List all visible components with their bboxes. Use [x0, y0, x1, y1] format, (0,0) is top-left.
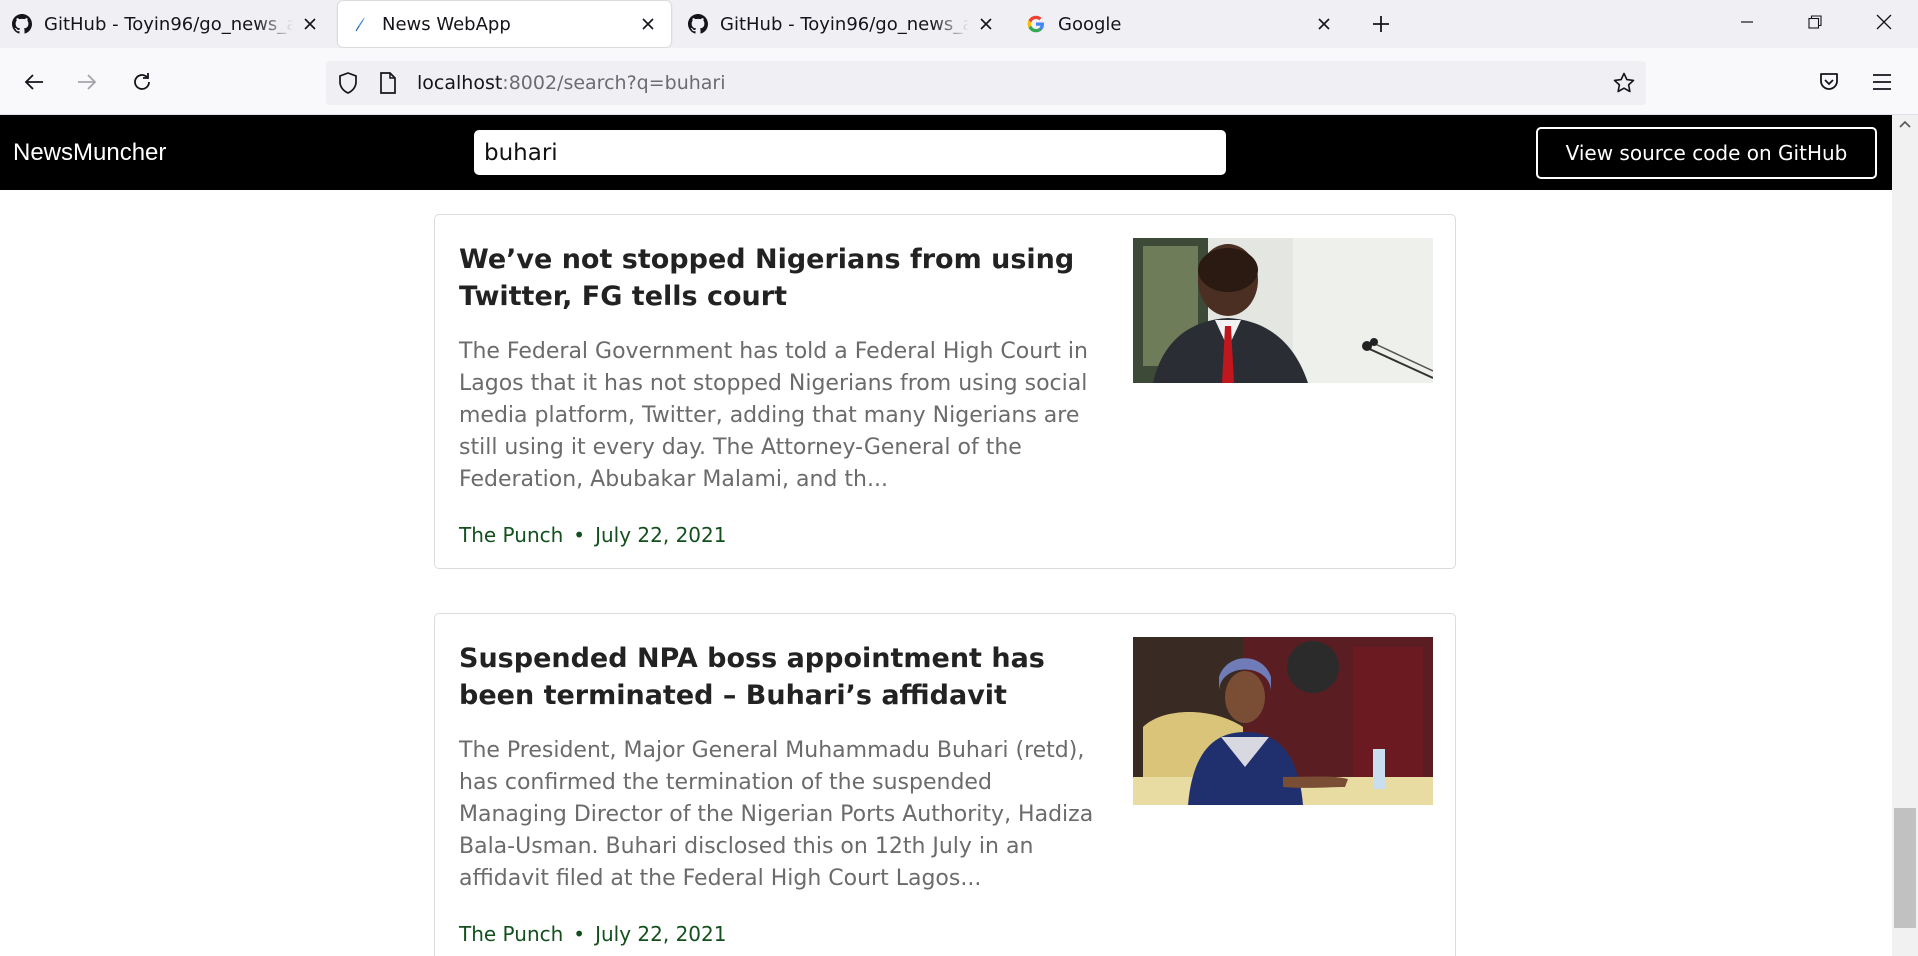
feather-icon	[350, 14, 370, 34]
url-host: localhost	[417, 72, 503, 94]
brand-logo-text[interactable]: NewsMuncher	[13, 139, 166, 167]
article-source: The Punch	[459, 922, 564, 946]
search-input[interactable]	[474, 130, 1226, 175]
close-icon	[1876, 14, 1892, 30]
forward-button[interactable]	[69, 64, 105, 100]
browser-toolbar: localhost:8002/search?q=buhari	[0, 48, 1918, 115]
arrow-right-icon	[78, 74, 97, 90]
reload-icon	[134, 73, 150, 90]
bookmark-star-icon[interactable]	[1612, 71, 1636, 99]
article-title[interactable]: Suspended NPA boss appointment has been …	[459, 640, 1099, 714]
google-icon	[1026, 14, 1046, 34]
url-text[interactable]: localhost:8002/search?q=buhari	[417, 71, 726, 95]
article-meta: The Punch • July 22, 2021	[459, 921, 726, 947]
arrow-left-icon	[24, 74, 43, 90]
article-card: Suspended NPA boss appointment has been …	[434, 613, 1456, 956]
article-date: July 22, 2021	[595, 523, 727, 547]
article-photo-official	[1133, 238, 1433, 383]
tab-google[interactable]: Google	[1014, 0, 1347, 48]
article-source: The Punch	[459, 523, 564, 547]
minimize-button[interactable]	[1713, 0, 1781, 44]
tab-title: GitHub - Toyin96/go_news_app:	[44, 13, 293, 35]
scrollbar-thumb[interactable]	[1894, 808, 1916, 928]
plus-icon	[1373, 16, 1389, 32]
tab-github-1[interactable]: GitHub - Toyin96/go_news_app:	[0, 0, 333, 48]
restore-button[interactable]	[1781, 0, 1849, 44]
page-scrollbar[interactable]	[1892, 115, 1918, 956]
pocket-icon	[1820, 73, 1838, 90]
article-description: The President, Major General Muhammadu B…	[459, 738, 1094, 891]
close-tab-icon[interactable]	[1313, 13, 1335, 35]
address-bar[interactable]: localhost:8002/search?q=buhari	[326, 61, 1646, 105]
separator-dot: •	[573, 523, 586, 547]
article-thumbnail[interactable]	[1133, 238, 1433, 383]
tab-title: GitHub - Toyin96/go_news_app:	[720, 13, 969, 35]
hamburger-menu-icon	[1873, 74, 1891, 90]
article-thumbnail[interactable]	[1133, 637, 1433, 805]
separator-dot: •	[573, 922, 586, 946]
app-header: NewsMuncher View source code on GitHub	[0, 115, 1892, 190]
new-tab-button[interactable]	[1366, 9, 1396, 39]
restore-icon	[1808, 15, 1822, 29]
close-tab-icon[interactable]	[975, 13, 997, 35]
article-title[interactable]: We’ve not stopped Nigerians from using T…	[459, 241, 1099, 315]
menu-button[interactable]	[1864, 64, 1900, 100]
page-viewport: NewsMuncher View source code on GitHub W…	[0, 115, 1918, 956]
tab-title: Google	[1058, 13, 1122, 35]
article-description: The Federal Government has told a Federa…	[459, 339, 1088, 492]
close-window-button[interactable]	[1850, 0, 1918, 44]
scroll-up-icon[interactable]	[1898, 119, 1912, 129]
article-meta: The Punch • July 22, 2021	[459, 522, 726, 548]
tab-title: News WebApp	[382, 13, 511, 35]
view-source-button[interactable]: View source code on GitHub	[1536, 127, 1877, 179]
article-card: We’ve not stopped Nigerians from using T…	[434, 214, 1456, 569]
browser-tab-strip: GitHub - Toyin96/go_news_app: News WebAp…	[0, 0, 1918, 48]
minimize-icon	[1741, 21, 1753, 23]
article-photo-npa-boss	[1133, 637, 1433, 805]
article-date: July 22, 2021	[595, 922, 727, 946]
reload-button[interactable]	[124, 64, 160, 100]
close-tab-icon[interactable]	[299, 13, 321, 35]
github-icon	[688, 14, 708, 34]
url-path: :8002/search?q=buhari	[502, 72, 726, 94]
tab-github-2[interactable]: GitHub - Toyin96/go_news_app:	[676, 0, 1009, 48]
back-button[interactable]	[16, 64, 52, 100]
page-icon[interactable]	[378, 72, 398, 98]
close-tab-icon[interactable]	[637, 13, 659, 35]
shield-icon[interactable]	[336, 71, 360, 99]
github-icon	[12, 14, 32, 34]
pocket-button[interactable]	[1811, 64, 1847, 100]
tab-news-webapp[interactable]: News WebApp	[338, 1, 671, 47]
